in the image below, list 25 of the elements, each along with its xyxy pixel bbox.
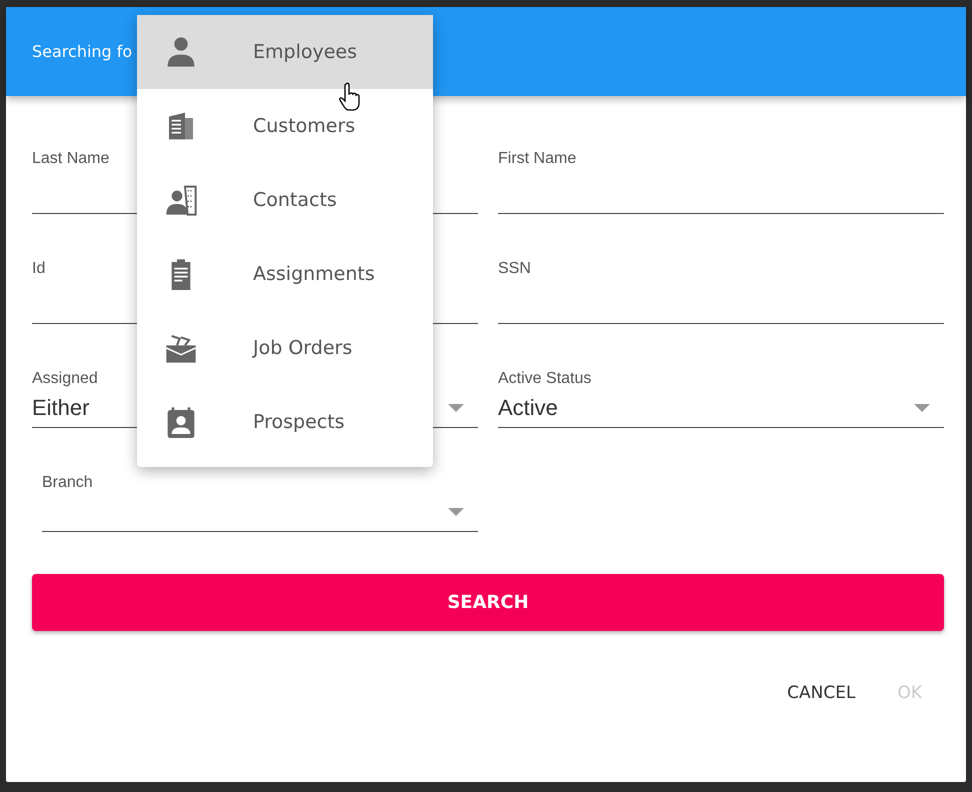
menu-item[interactable]: Job Orders	[137, 311, 433, 385]
search-button[interactable]: SEARCH	[32, 574, 944, 631]
menu-item[interactable]: Assignments	[137, 237, 433, 311]
dropdown-field[interactable]: Active	[498, 388, 944, 428]
caret-icon	[448, 404, 464, 412]
caret-icon	[448, 508, 464, 516]
field-label: Last Name	[32, 150, 110, 168]
field-label: Branch	[42, 474, 93, 492]
contact-icon	[165, 184, 197, 216]
hand-cursor-icon	[339, 82, 361, 112]
dialog-title: Searching fo	[32, 42, 132, 61]
field-label: SSN	[498, 260, 531, 278]
field-label: Id	[32, 260, 46, 278]
field-label: Assigned	[32, 370, 98, 388]
badge-icon	[165, 406, 197, 438]
menu-item[interactable]: Employees	[137, 15, 433, 89]
menu-item[interactable]: Prospects	[137, 385, 433, 459]
briefcase-icon	[165, 332, 197, 364]
person-icon	[165, 36, 197, 68]
footer-button[interactable]: CANCEL	[781, 677, 862, 709]
field-label: First Name	[498, 150, 576, 168]
menu-item[interactable]: Customers	[137, 89, 433, 163]
field-label: Active Status	[498, 370, 592, 388]
caret-icon	[914, 404, 930, 412]
menu-item[interactable]: Contacts	[137, 163, 433, 237]
